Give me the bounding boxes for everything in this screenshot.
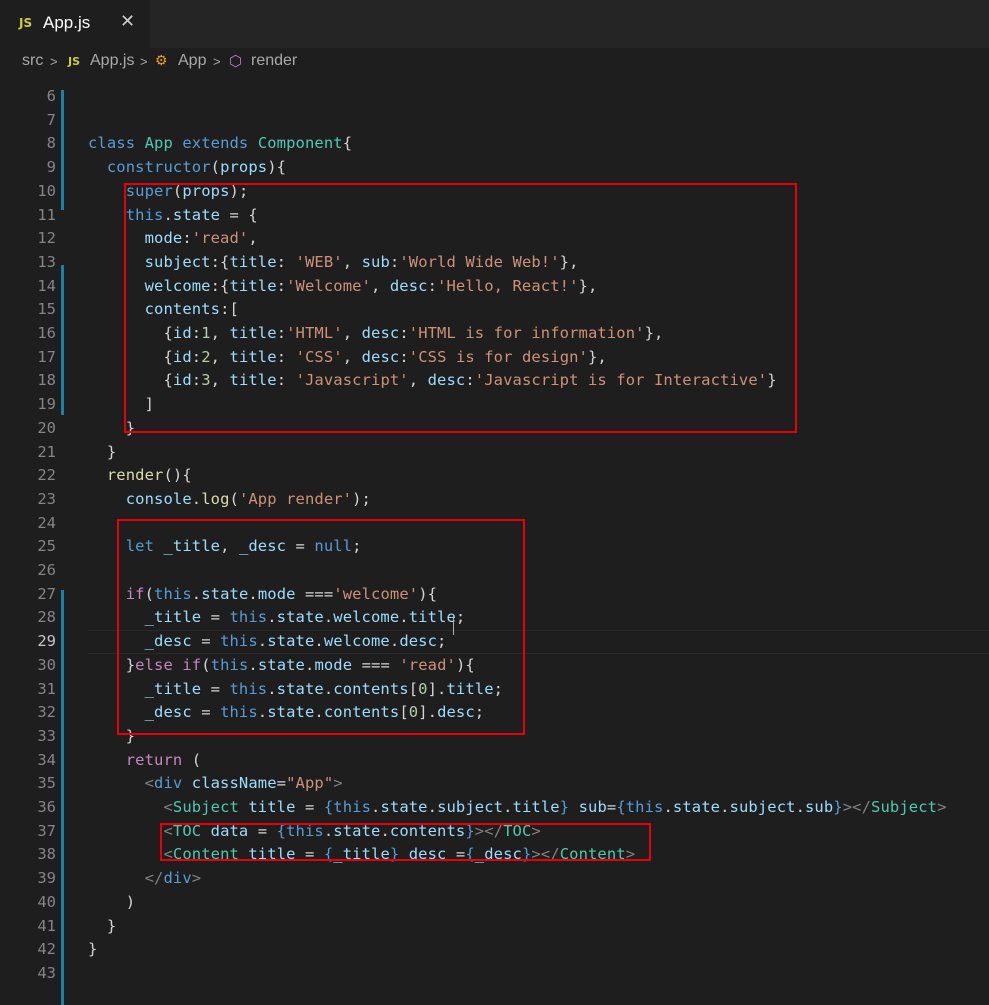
breadcrumb-item-file[interactable]: App.js xyxy=(90,52,134,70)
highlight-box xyxy=(124,183,797,433)
code-text: } xyxy=(88,442,117,461)
close-icon[interactable]: ✕ xyxy=(120,11,135,32)
tab-title: App.js xyxy=(43,13,91,32)
line-number: 22 xyxy=(37,466,56,485)
highlight-box xyxy=(117,519,525,735)
line-number: 6 xyxy=(46,87,56,105)
class-icon: ⚙ xyxy=(155,52,168,68)
javascript-file-icon: JS xyxy=(68,55,81,68)
line-number: 20 xyxy=(37,418,56,437)
code-editor[interactable]: 6 7 8 class App extends Component{ 9 constru… xyxy=(0,85,989,1005)
line-number: 23 xyxy=(37,489,56,508)
tab-bar: JS App.js ✕ xyxy=(0,0,989,48)
tab-app-js[interactable]: JS App.js ✕ xyxy=(0,0,150,48)
line-number: 28 xyxy=(37,608,56,627)
code-line[interactable]: 41 } xyxy=(0,915,989,939)
code-line[interactable]: 35 <div className="App"> xyxy=(0,772,989,796)
code-line[interactable]: 9 constructor(props){ xyxy=(0,156,989,180)
line-number: 34 xyxy=(37,750,56,769)
line-number: 16 xyxy=(37,324,56,342)
code-line[interactable]: 39 </div> xyxy=(0,867,989,891)
code-line[interactable]: 36 <Subject title = {this.state.subject.… xyxy=(0,796,989,820)
code-line[interactable]: 40 ) xyxy=(0,891,989,915)
line-number: 38 xyxy=(37,845,56,864)
line-number: 33 xyxy=(37,726,56,745)
line-number: 32 xyxy=(37,703,56,722)
code-text: constructor(props){ xyxy=(106,158,287,177)
line-number: 11 xyxy=(37,205,56,224)
line-number: 8 xyxy=(46,134,56,153)
breadcrumb-item-src[interactable]: src xyxy=(22,52,43,70)
text-caret xyxy=(453,616,454,635)
code-text: } xyxy=(88,940,98,959)
line-number: 27 xyxy=(37,584,56,603)
code-text: render(){ xyxy=(106,466,192,485)
code-line[interactable]: 23 console.log('App render'); xyxy=(0,488,989,512)
line-number: 37 xyxy=(37,821,56,840)
line-number: 30 xyxy=(37,655,56,674)
code-line[interactable]: 8 class App extends Component{ xyxy=(0,132,989,156)
method-icon: ⬡ xyxy=(229,53,243,70)
code-line[interactable]: 7 xyxy=(0,109,989,133)
line-number: 13 xyxy=(37,252,56,271)
line-number: 24 xyxy=(37,513,56,532)
chevron-right-icon: > xyxy=(213,54,221,69)
line-number: 12 xyxy=(37,229,56,248)
gutter-modified-indicator xyxy=(61,590,64,1005)
line-number: 42 xyxy=(37,940,56,959)
chevron-right-icon: > xyxy=(50,54,58,69)
line-number: 7 xyxy=(46,110,56,129)
line-number: 19 xyxy=(37,395,56,414)
code-text: ) xyxy=(88,892,136,911)
code-text: return ( xyxy=(125,750,202,769)
code-text: <Subject title = {this.state.subject.tit… xyxy=(163,798,947,816)
gutter-modified-indicator xyxy=(61,90,64,210)
line-number: 9 xyxy=(46,158,56,177)
line-number: 21 xyxy=(37,442,56,461)
code-line[interactable]: 22 render(){ xyxy=(0,464,989,488)
chevron-right-icon: > xyxy=(140,54,148,69)
code-text: <div className="App"> xyxy=(144,774,343,793)
code-text: console.log('App render'); xyxy=(125,489,371,508)
code-line[interactable]: 42} xyxy=(0,938,989,962)
breadcrumb-item-class[interactable]: App xyxy=(178,52,206,70)
highlight-box xyxy=(160,823,651,861)
javascript-file-icon: JS xyxy=(19,16,33,30)
code-line[interactable]: 6 xyxy=(0,85,989,109)
breadcrumb-item-method[interactable]: render xyxy=(251,52,297,70)
line-number: 40 xyxy=(37,892,56,911)
line-number: 35 xyxy=(37,774,56,793)
line-number: 14 xyxy=(37,276,56,295)
line-number: 10 xyxy=(37,181,56,200)
code-line[interactable]: 21 } xyxy=(0,441,989,465)
code-text: class App extends Component{ xyxy=(88,134,353,153)
line-number: 26 xyxy=(37,561,56,579)
line-number: 39 xyxy=(37,869,56,888)
code-text: } xyxy=(88,916,117,935)
code-text: </div> xyxy=(144,869,202,888)
line-number: 36 xyxy=(37,798,56,816)
line-number: 17 xyxy=(37,347,56,366)
line-number: 15 xyxy=(37,300,56,319)
line-number: 31 xyxy=(37,679,56,698)
code-line[interactable]: 43 xyxy=(0,962,989,986)
line-number: 18 xyxy=(37,371,56,390)
code-line[interactable]: 34 return ( xyxy=(0,749,989,773)
line-number: 29 xyxy=(37,632,56,651)
breadcrumb: src > JS App.js > ⚙ App > ⬡ render xyxy=(0,48,989,76)
gutter-modified-indicator xyxy=(61,265,64,415)
line-number: 25 xyxy=(37,537,56,556)
line-number: 43 xyxy=(37,963,56,982)
line-number: 41 xyxy=(37,916,56,935)
